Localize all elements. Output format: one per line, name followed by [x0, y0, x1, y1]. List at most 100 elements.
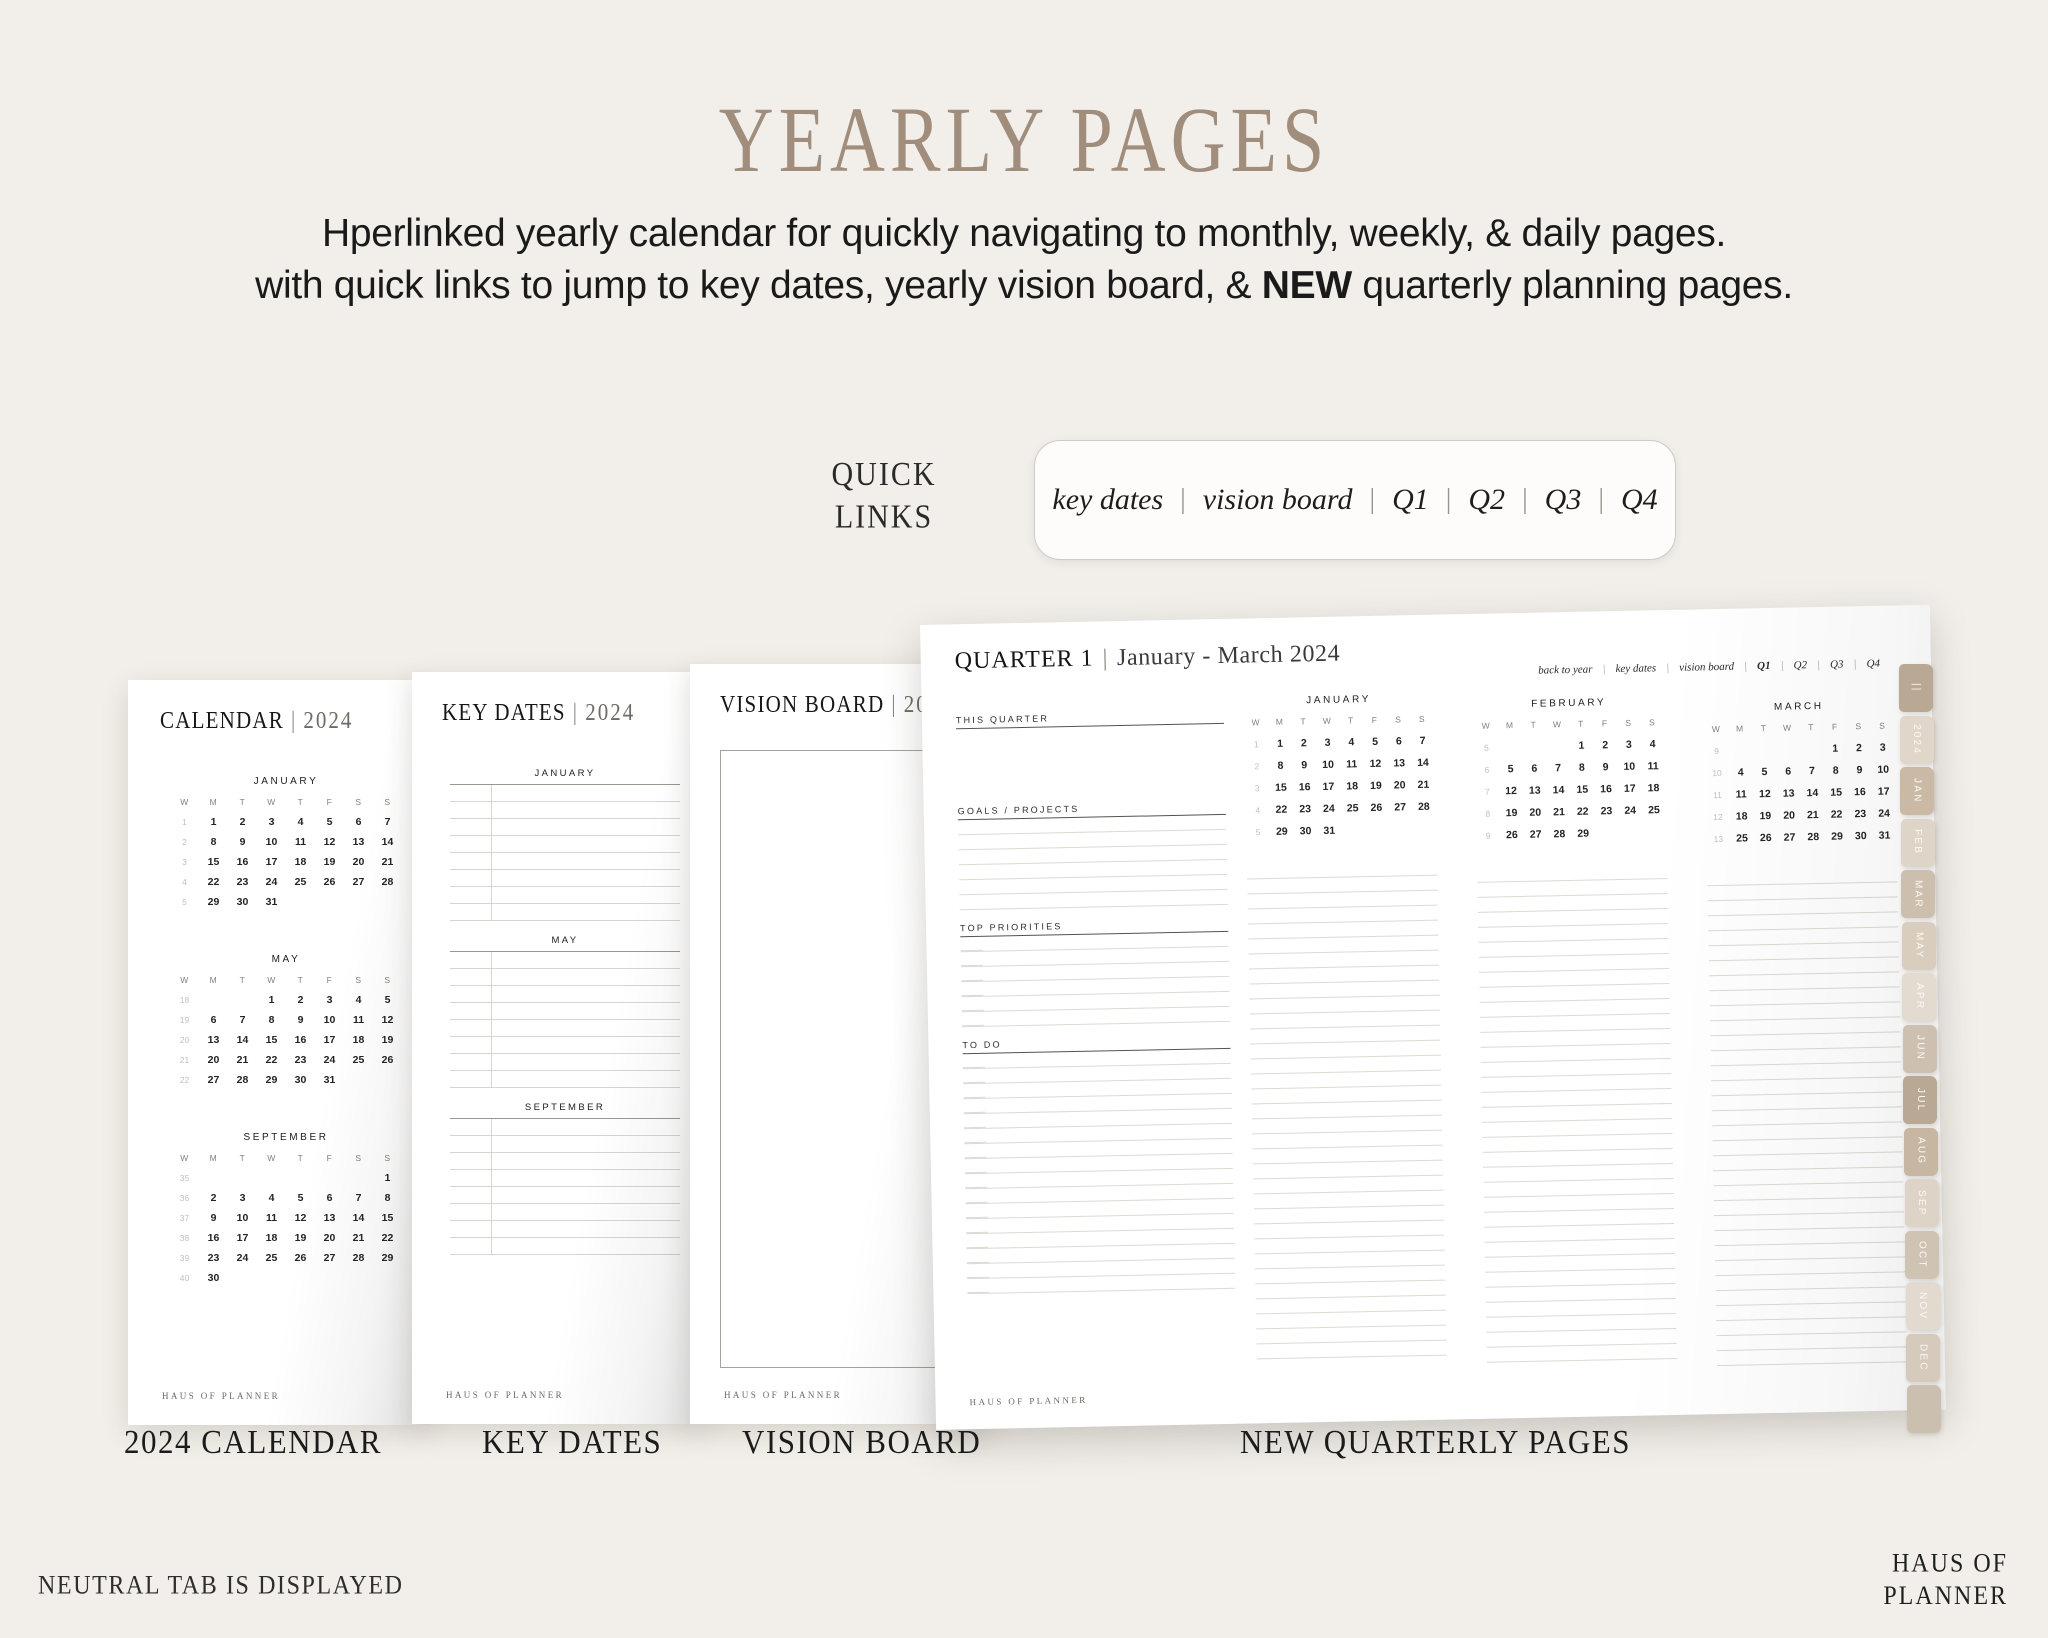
key-dates-row[interactable] — [450, 1003, 680, 1020]
day-cell[interactable]: 15 — [1570, 784, 1594, 796]
quarter-nav-key-dates[interactable]: key dates — [1610, 662, 1661, 675]
day-cell[interactable]: 12 — [315, 836, 344, 848]
quarter-nav-back-to-year[interactable]: back to year — [1533, 663, 1598, 677]
day-cell[interactable]: 27 — [199, 1074, 228, 1086]
day-cell[interactable]: 24 — [257, 876, 286, 888]
key-dates-page[interactable]: KEY DATES | 2024 JANUARY MAY SEPTEMBER HAUS … — [412, 672, 704, 1424]
day-cell[interactable]: 15 — [373, 1212, 402, 1224]
day-cell[interactable]: 5 — [373, 994, 402, 1006]
week-number[interactable]: 10 — [1705, 767, 1729, 779]
day-cell[interactable]: 25 — [257, 1252, 286, 1264]
day-cell[interactable]: 15 — [1824, 786, 1848, 799]
day-cell[interactable]: 11 — [1641, 760, 1665, 772]
day-cell[interactable]: 8 — [1269, 760, 1293, 772]
day-cell[interactable]: 24 — [1872, 807, 1896, 820]
day-cell[interactable]: 3 — [1316, 737, 1340, 749]
day-cell[interactable]: 6 — [315, 1192, 344, 1204]
day-cell[interactable]: 31 — [257, 896, 286, 908]
day-cell[interactable]: 26 — [1500, 829, 1524, 841]
day-cell[interactable]: 11 — [257, 1212, 286, 1224]
day-cell[interactable]: 24 — [1317, 803, 1341, 815]
day-cell[interactable]: 4 — [344, 994, 373, 1006]
day-cell[interactable]: 5 — [1753, 766, 1777, 778]
day-cell[interactable]: 1 — [199, 816, 228, 828]
week-number[interactable]: 6 — [1475, 763, 1499, 775]
day-cell[interactable]: 25 — [344, 1054, 373, 1066]
key-dates-row[interactable] — [450, 836, 680, 853]
week-number[interactable]: 39 — [170, 1252, 199, 1264]
week-number[interactable]: 5 — [170, 896, 199, 908]
tab-jul[interactable]: JUL — [1903, 1076, 1938, 1124]
day-cell[interactable]: 21 — [344, 1232, 373, 1244]
week-number[interactable]: 2 — [1245, 760, 1269, 772]
day-cell[interactable]: 6 — [1522, 762, 1546, 775]
day-cell[interactable]: 9 — [286, 1014, 315, 1026]
key-dates-table[interactable] — [450, 1118, 680, 1255]
day-cell[interactable]: 6 — [1776, 765, 1800, 778]
mini-calendar-september[interactable]: SEPTEMBER W M T W T F S S 35 1 36 2 3 4 5 6 7 8 37 9 10 11 12 13… — [170, 1132, 402, 1284]
day-cell[interactable]: 3 — [1617, 739, 1641, 751]
day-cell[interactable]: 26 — [1754, 832, 1778, 844]
quarter-nav-vision-board[interactable]: vision board — [1674, 661, 1739, 674]
day-cell[interactable]: 3 — [315, 994, 344, 1006]
key-dates-row[interactable] — [450, 1071, 680, 1088]
day-cell[interactable]: 2 — [228, 816, 257, 828]
day-cell[interactable]: 8 — [1570, 762, 1594, 774]
tab-feb[interactable]: FEB — [1900, 818, 1935, 867]
day-cell[interactable]: 28 — [344, 1252, 373, 1264]
day-cell[interactable]: 13 — [315, 1212, 344, 1224]
day-cell[interactable]: 23 — [1595, 805, 1619, 817]
week-number[interactable]: 19 — [170, 1014, 199, 1026]
day-cell[interactable]: 9 — [228, 836, 257, 848]
key-dates-row[interactable] — [450, 1054, 680, 1071]
day-cell[interactable]: 9 — [199, 1212, 228, 1224]
week-number[interactable]: 13 — [1706, 833, 1730, 845]
day-cell[interactable]: 14 — [1411, 757, 1435, 769]
tab-sep[interactable]: SEP — [1904, 1179, 1939, 1227]
day-cell[interactable]: 31 — [1873, 829, 1897, 842]
day-cell[interactable]: 15 — [1269, 782, 1293, 794]
day-cell[interactable]: 16 — [1293, 781, 1317, 793]
day-cell[interactable]: 30 — [199, 1272, 228, 1284]
tab-may[interactable]: MAY — [1901, 921, 1936, 970]
day-cell[interactable]: 11 — [1340, 758, 1364, 770]
day-cell[interactable]: 21 — [1801, 809, 1825, 821]
day-cell[interactable]: 13 — [1523, 784, 1547, 797]
day-cell[interactable]: 11 — [344, 1014, 373, 1026]
day-cell[interactable]: 15 — [199, 856, 228, 868]
week-number[interactable]: 12 — [1706, 811, 1730, 823]
day-cell[interactable]: 20 — [315, 1232, 344, 1244]
day-cell[interactable]: 21 — [373, 856, 402, 868]
day-cell[interactable]: 17 — [315, 1034, 344, 1046]
day-cell[interactable]: 8 — [257, 1014, 286, 1026]
day-cell[interactable]: 19 — [315, 856, 344, 868]
day-cell[interactable]: 16 — [1594, 783, 1618, 795]
march-note-lines[interactable] — [1707, 867, 1907, 1367]
day-cell[interactable]: 1 — [1569, 740, 1593, 752]
day-cell[interactable]: 26 — [315, 876, 344, 888]
key-dates-row[interactable] — [450, 1170, 680, 1187]
day-cell[interactable]: 7 — [1546, 762, 1570, 774]
mini-calendar-march-q[interactable]: MARCH W M T W T F S S 9 1 2 3 10 4 5 6 7 8 9 10 11 11 12 13 14 15 1… — [1704, 699, 1897, 845]
day-cell[interactable]: 7 — [1411, 735, 1435, 747]
day-cell[interactable]: 25 — [286, 876, 315, 888]
day-cell[interactable]: 3 — [1871, 741, 1895, 754]
day-cell[interactable]: 30 — [228, 896, 257, 908]
key-dates-row[interactable] — [450, 904, 680, 921]
tab-oct[interactable]: OCT — [1905, 1230, 1940, 1279]
week-number[interactable]: 2 — [170, 836, 199, 848]
day-cell[interactable]: 13 — [344, 836, 373, 848]
day-cell[interactable]: 31 — [1317, 825, 1341, 837]
tab-aug[interactable]: AUG — [1903, 1127, 1938, 1176]
day-cell[interactable]: 30 — [1849, 830, 1873, 842]
day-cell[interactable]: 18 — [1642, 782, 1666, 794]
day-cell[interactable]: 28 — [1412, 801, 1436, 813]
week-number[interactable]: 1 — [170, 816, 199, 828]
tab-nov[interactable]: NOV — [1905, 1282, 1940, 1330]
day-cell[interactable]: 19 — [373, 1034, 402, 1046]
day-cell[interactable]: 27 — [1388, 801, 1412, 813]
day-cell[interactable]: 18 — [286, 856, 315, 868]
week-number[interactable]: 18 — [170, 994, 199, 1006]
week-number[interactable]: 5 — [1474, 741, 1498, 753]
day-cell[interactable]: 14 — [1800, 787, 1824, 799]
